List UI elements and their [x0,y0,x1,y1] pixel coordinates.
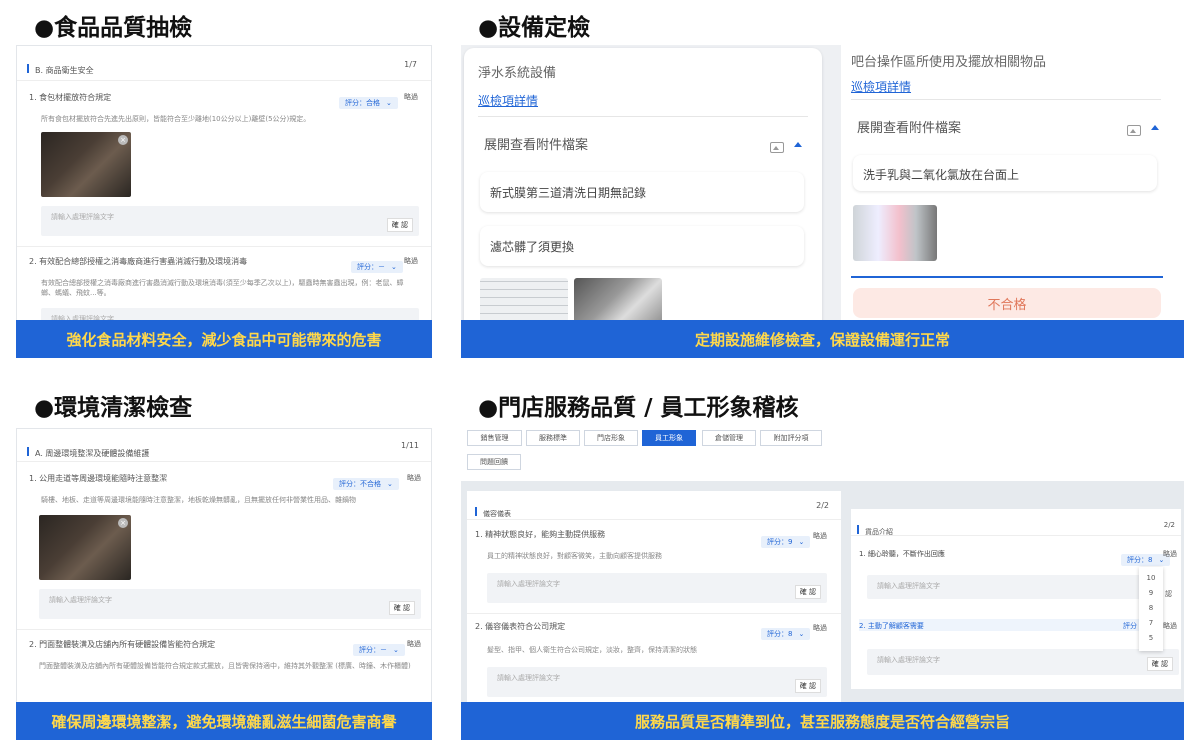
confirm-button[interactable]: 確 認 [386,218,413,232]
score-select[interactable]: 評分：不合格 ⌄ [333,471,399,490]
comment-input[interactable]: 請輸入處理評論文字 確 認 [487,667,827,697]
section-title-equipment: ●設備定檢 [478,15,591,41]
attachment-photo[interactable] [480,278,568,325]
inspection-detail-link[interactable]: 巡檢項詳情 [851,78,911,95]
score-option[interactable]: 5 [1139,631,1163,646]
confirm-button[interactable]: 認 [1165,589,1172,599]
service-panel-left: 儀容儀表 2/2 1. 精神狀態良好，能夠主動提供服務 評分：9 ⌄ 略過 員工的… [467,491,841,706]
question-2-title: 2. 主動了解顧客需要 [859,622,924,630]
attachment-photo[interactable]: × [41,132,131,197]
tab-additional-score[interactable]: 附加評分項 [760,430,822,446]
question-2-title: 2. 門面整體裝潢及店舖內所有硬體設備皆能符合規定 [29,640,216,649]
note-card: 濾芯髒了須更換 [480,226,804,266]
equipment-card-right: 吧台操作區所使用及擺放相關物品 巡檢項詳情 展開查看附件檔案 洗手乳與二氧化氯放… [841,45,1184,325]
tab-store-image[interactable]: 門店形象 [584,430,638,446]
skip-button[interactable]: 略過 [1163,549,1177,559]
panel-header: A. 周邊環境整潔及硬體設備維護 [27,441,149,460]
score-select[interactable]: 評分：－ ⌄ [353,637,405,656]
score-select[interactable]: 評分：9 ⌄ [761,529,811,548]
skip-button[interactable]: 略過 [813,531,827,541]
fail-status-button[interactable]: 不合格 [853,288,1161,318]
comment-input[interactable]: 請輸入處理評論文字 確 認 [487,573,827,603]
attachment-photo[interactable] [853,205,937,261]
page-indicator: 1/7 [404,60,417,69]
equipment-banner: 定期設施維修檢查，保證設備運行正常 [461,320,1184,358]
inspection-detail-link[interactable]: 巡檢項詳情 [478,92,538,109]
tab-sales-management[interactable]: 銷售管理 [467,430,522,446]
food-inspection-screenshot: B. 商品衛生安全 1/7 1. 食包材擺放符合規定 評分：合格 ⌄ 略過 所有食… [16,45,432,325]
question-2-title: 2. 有效配合總部授權之消毒廠商進行害蟲消滅行動及環境消毒 [29,257,248,266]
service-panel-right: 貨品介紹 2/2 1. 細心聆聽，不斷作出回應 評分：8 ⌄ 略過 請輸入處理評論… [851,509,1181,689]
score-option[interactable]: 10 [1139,571,1163,586]
confirm-button[interactable]: 確 認 [794,679,821,693]
tab-staff-image[interactable]: 員工形象 [642,430,696,446]
comment-input[interactable]: 請輸入處理評論文字 確 認 [41,206,419,236]
comment-input[interactable]: 請輸入處理評論文字 [867,575,1145,599]
question-2-title: 2. 儀容儀表符合公司規定 [475,622,566,631]
expand-attachments[interactable]: 展開查看附件檔案 [857,117,961,136]
note-card: 新式膜第三道清洗日期無記錄 [480,172,804,212]
score-select[interactable]: 評分：合格 ⌄ [339,90,398,109]
collapse-icon[interactable] [1151,125,1159,130]
equipment-card-left: 淨水系統設備 巡檢項詳情 展開查看附件檔案 新式膜第三道清洗日期無記錄 濾芯髒了… [464,48,822,325]
environment-banner: 確保周邊環境整潔，避免環境雜亂滋生細菌危害商譽 [16,702,432,740]
skip-button[interactable]: 略過 [404,256,418,266]
skip-button[interactable]: 略過 [404,92,418,102]
equipment-name: 吧台操作區所使用及擺放相關物品 [851,55,1047,70]
attachment-photo[interactable] [574,278,662,325]
skip-button[interactable]: 略過 [813,623,827,633]
skip-button[interactable]: 略過 [1163,621,1177,631]
question-2-desc: 髮型、指甲、個人衛生符合公司規定，淡妝，整齊，保持清潔的狀態 [487,646,697,654]
question-1-title: 1. 食包材擺放符合規定 [29,93,112,102]
question-2-desc: 門面整體裝潢及店舖內所有硬體設備皆能符合規定款式擺放，且皆需保持適中，維持其外觀… [39,662,411,670]
question-1-desc: 所有食包材擺放符合先進先出原則，皆能符合至少離地(10公分以上)離壁(5公分)規… [41,115,311,123]
question-2-desc: 有效配合總部授權之消毒廠商進行害蟲消滅行動及環境消毒(須至少每季乙次以上)，驅蟲… [41,279,404,297]
question-1-desc: 騎樓、地板、走道等周邊環境能隨時注意整潔，地板乾燥無髒亂，且無擺放任何非營業性用… [41,496,356,504]
panel-header: B. 商品衛生安全 [27,58,94,77]
attachment-photo[interactable]: × [39,515,131,580]
comment-input[interactable]: 請輸入處理評論文字 確 認 [867,649,1179,675]
confirm-button[interactable]: 確 認 [1146,657,1173,671]
score-option[interactable]: 8 [1139,601,1163,616]
page-indicator: 2/2 [816,501,829,510]
section-title-environment: ●環境清潔檢查 [34,395,193,421]
question-1-title: 1. 細心聆聽，不斷作出回應 [859,550,945,558]
equipment-name: 淨水系統設備 [478,66,557,81]
section-title-food: ●食品品質抽檢 [34,15,193,41]
score-select[interactable]: 評分：8 ⌄ [761,621,811,640]
score-option[interactable]: 9 [1139,586,1163,601]
score-select[interactable]: 評分：－ ⌄ [351,254,403,273]
close-icon[interactable]: × [118,518,128,528]
service-inspection-screenshot: 儀容儀表 2/2 1. 精神狀態良好，能夠主動提供服務 評分：9 ⌄ 略過 員工的… [461,481,1184,706]
note-card: 洗手乳與二氧化氯放在台面上 [853,155,1157,191]
image-icon [770,142,784,153]
equipment-inspection-screenshot: 淨水系統設備 巡檢項詳情 展開查看附件檔案 新式膜第三道清洗日期無記錄 濾芯髒了… [461,45,1184,325]
skip-button[interactable]: 略過 [407,473,421,483]
question-1-title: 1. 公用走道等周邊環境能隨時注意整潔 [29,474,168,483]
page-indicator: 2/2 [1163,521,1175,529]
page-indicator: 1/11 [401,441,419,450]
environment-inspection-screenshot: A. 周邊環境整潔及硬體設備維護 1/11 1. 公用走道等周邊環境能隨時注意整… [16,428,432,706]
score-select[interactable]: 評分 [1123,621,1137,631]
tab-feedback[interactable]: 問題回饋 [467,454,521,470]
tab-warehouse-management[interactable]: 倉儲管理 [702,430,756,446]
service-banner: 服務品質是否精準到位，甚至服務態度是否符合經營宗旨 [461,702,1184,740]
question-1-desc: 員工的精神狀態良好，對顧客微笑，主動向顧客提供服務 [487,552,662,560]
section-title-service: ●門店服務品質 / 員工形象稽核 [478,395,799,421]
score-option[interactable]: 7 [1139,616,1163,631]
tab-service-standard[interactable]: 服務標準 [526,430,580,446]
panel-header: 儀容儀表 [475,501,511,520]
skip-button[interactable]: 略過 [407,639,421,649]
collapse-icon[interactable] [794,142,802,147]
comment-input[interactable]: 請輸入處理評論文字 確 認 [39,589,421,619]
confirm-button[interactable]: 確 認 [794,585,821,599]
image-icon [1127,125,1141,136]
score-dropdown[interactable]: 10 9 8 7 5 [1139,567,1163,651]
food-banner: 強化食品材料安全，減少食品中可能帶來的危害 [16,320,432,358]
confirm-button[interactable]: 確 認 [388,601,415,615]
close-icon[interactable]: × [118,135,128,145]
question-1-title: 1. 精神狀態良好，能夠主動提供服務 [475,530,606,539]
expand-attachments[interactable]: 展開查看附件檔案 [484,134,588,153]
